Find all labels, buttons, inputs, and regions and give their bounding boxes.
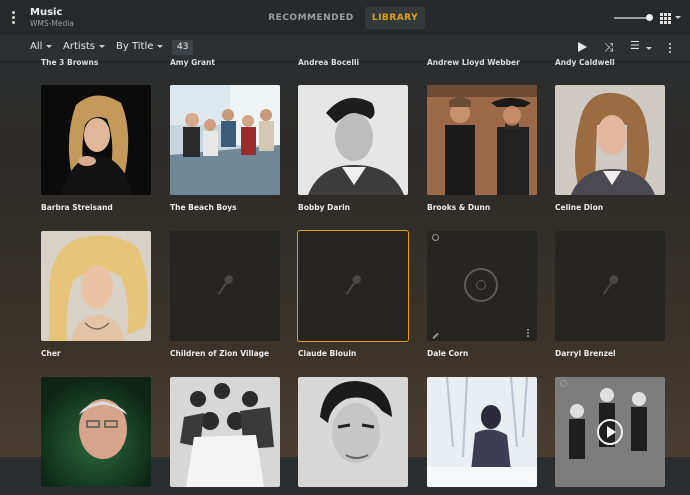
artist-card[interactable]: Darryl Brenzel: [555, 231, 665, 358]
artist-photo[interactable]: [170, 85, 280, 195]
artist-name[interactable]: Bobby Darin: [298, 203, 408, 212]
artist-card[interactable]: Claude Blouin: [297, 230, 409, 358]
artist-photo[interactable]: [298, 85, 408, 195]
filter-dropdown[interactable]: All: [30, 41, 53, 52]
artist-card[interactable]: Children of Zion Village: [170, 231, 280, 358]
artist-placeholder[interactable]: [427, 231, 537, 341]
partial-artist-name[interactable]: Andy Caldwell: [555, 58, 615, 67]
menu-icon[interactable]: [12, 11, 16, 26]
sort-dropdown[interactable]: By Title: [116, 41, 164, 52]
artist-photo[interactable]: [41, 231, 151, 341]
partial-artist-name[interactable]: Andrew Lloyd Webber: [427, 58, 520, 67]
artist-photo[interactable]: [41, 85, 151, 195]
artist-photo[interactable]: [427, 85, 537, 195]
artist-photo[interactable]: [427, 377, 537, 487]
more-options-icon[interactable]: [669, 43, 672, 55]
slider-knob[interactable]: [646, 14, 653, 21]
partial-artist-name[interactable]: The 3 Browns: [41, 58, 98, 67]
artist-card[interactable]: [41, 377, 151, 495]
tab-library[interactable]: LIBRARY: [365, 7, 425, 29]
artist-card[interactable]: Celine Dion: [555, 85, 665, 212]
artist-card[interactable]: [170, 377, 280, 495]
item-count-badge: 43: [172, 40, 194, 55]
artist-name[interactable]: The Beach Boys: [170, 203, 280, 212]
sort-order-icon[interactable]: ☰: [630, 39, 640, 52]
artist-placeholder[interactable]: [297, 230, 409, 342]
more-options-icon[interactable]: [527, 329, 529, 338]
artist-name[interactable]: Cher: [41, 349, 151, 358]
artist-card[interactable]: Brooks & Dunn: [427, 85, 537, 212]
artist-photo[interactable]: [298, 377, 408, 487]
artist-photo[interactable]: [170, 377, 280, 487]
artist-card[interactable]: Bobby Darin: [298, 85, 408, 212]
artist-name[interactable]: Celine Dion: [555, 203, 665, 212]
artist-name[interactable]: Brooks & Dunn: [427, 203, 537, 212]
artist-name[interactable]: Claude Blouin: [298, 349, 408, 358]
type-dropdown[interactable]: Artists: [63, 41, 105, 52]
artist-card[interactable]: Barbra Streisand: [41, 85, 151, 212]
partial-artist-name[interactable]: Andrea Bocelli: [298, 58, 359, 67]
artist-card[interactable]: The Beach Boys: [170, 85, 280, 212]
artist-card[interactable]: Cher: [41, 231, 151, 358]
library-server: WMS-Media: [30, 19, 74, 28]
chevron-down-icon[interactable]: [675, 16, 681, 19]
library-title[interactable]: Music: [30, 7, 62, 18]
artist-name[interactable]: Dale Corn: [427, 349, 537, 358]
artist-card[interactable]: [298, 377, 408, 495]
play-icon[interactable]: [578, 42, 587, 52]
artist-placeholder[interactable]: [170, 231, 280, 341]
tab-recommended[interactable]: RECOMMENDED: [265, 7, 357, 29]
select-circle-icon[interactable]: [560, 380, 567, 387]
play-disc-icon[interactable]: [464, 268, 498, 302]
grid-view-icon[interactable]: [660, 13, 672, 24]
artist-placeholder[interactable]: [555, 231, 665, 341]
artist-card[interactable]: Dale Corn: [427, 231, 537, 358]
edit-icon[interactable]: [432, 332, 439, 340]
select-circle-icon[interactable]: [432, 234, 439, 241]
artist-name[interactable]: Children of Zion Village: [170, 349, 280, 358]
size-slider[interactable]: [614, 14, 653, 21]
top-bar: Music WMS-Media RECOMMENDED LIBRARY: [0, 0, 690, 35]
artist-photo[interactable]: [41, 377, 151, 487]
artist-card[interactable]: [555, 377, 665, 495]
artist-photo[interactable]: [555, 377, 665, 487]
shuffle-icon[interactable]: ⤨: [604, 40, 614, 55]
artist-card[interactable]: [427, 377, 537, 495]
artist-name[interactable]: Barbra Streisand: [41, 203, 151, 212]
microphone-icon: [217, 275, 233, 295]
artist-photo[interactable]: [555, 85, 665, 195]
microphone-icon: [345, 275, 361, 295]
artist-name[interactable]: Darryl Brenzel: [555, 349, 665, 358]
partial-artist-name[interactable]: Amy Grant: [170, 58, 215, 67]
microphone-icon: [602, 275, 618, 295]
play-overlay-icon[interactable]: [597, 419, 623, 445]
chevron-down-icon[interactable]: [646, 47, 652, 50]
